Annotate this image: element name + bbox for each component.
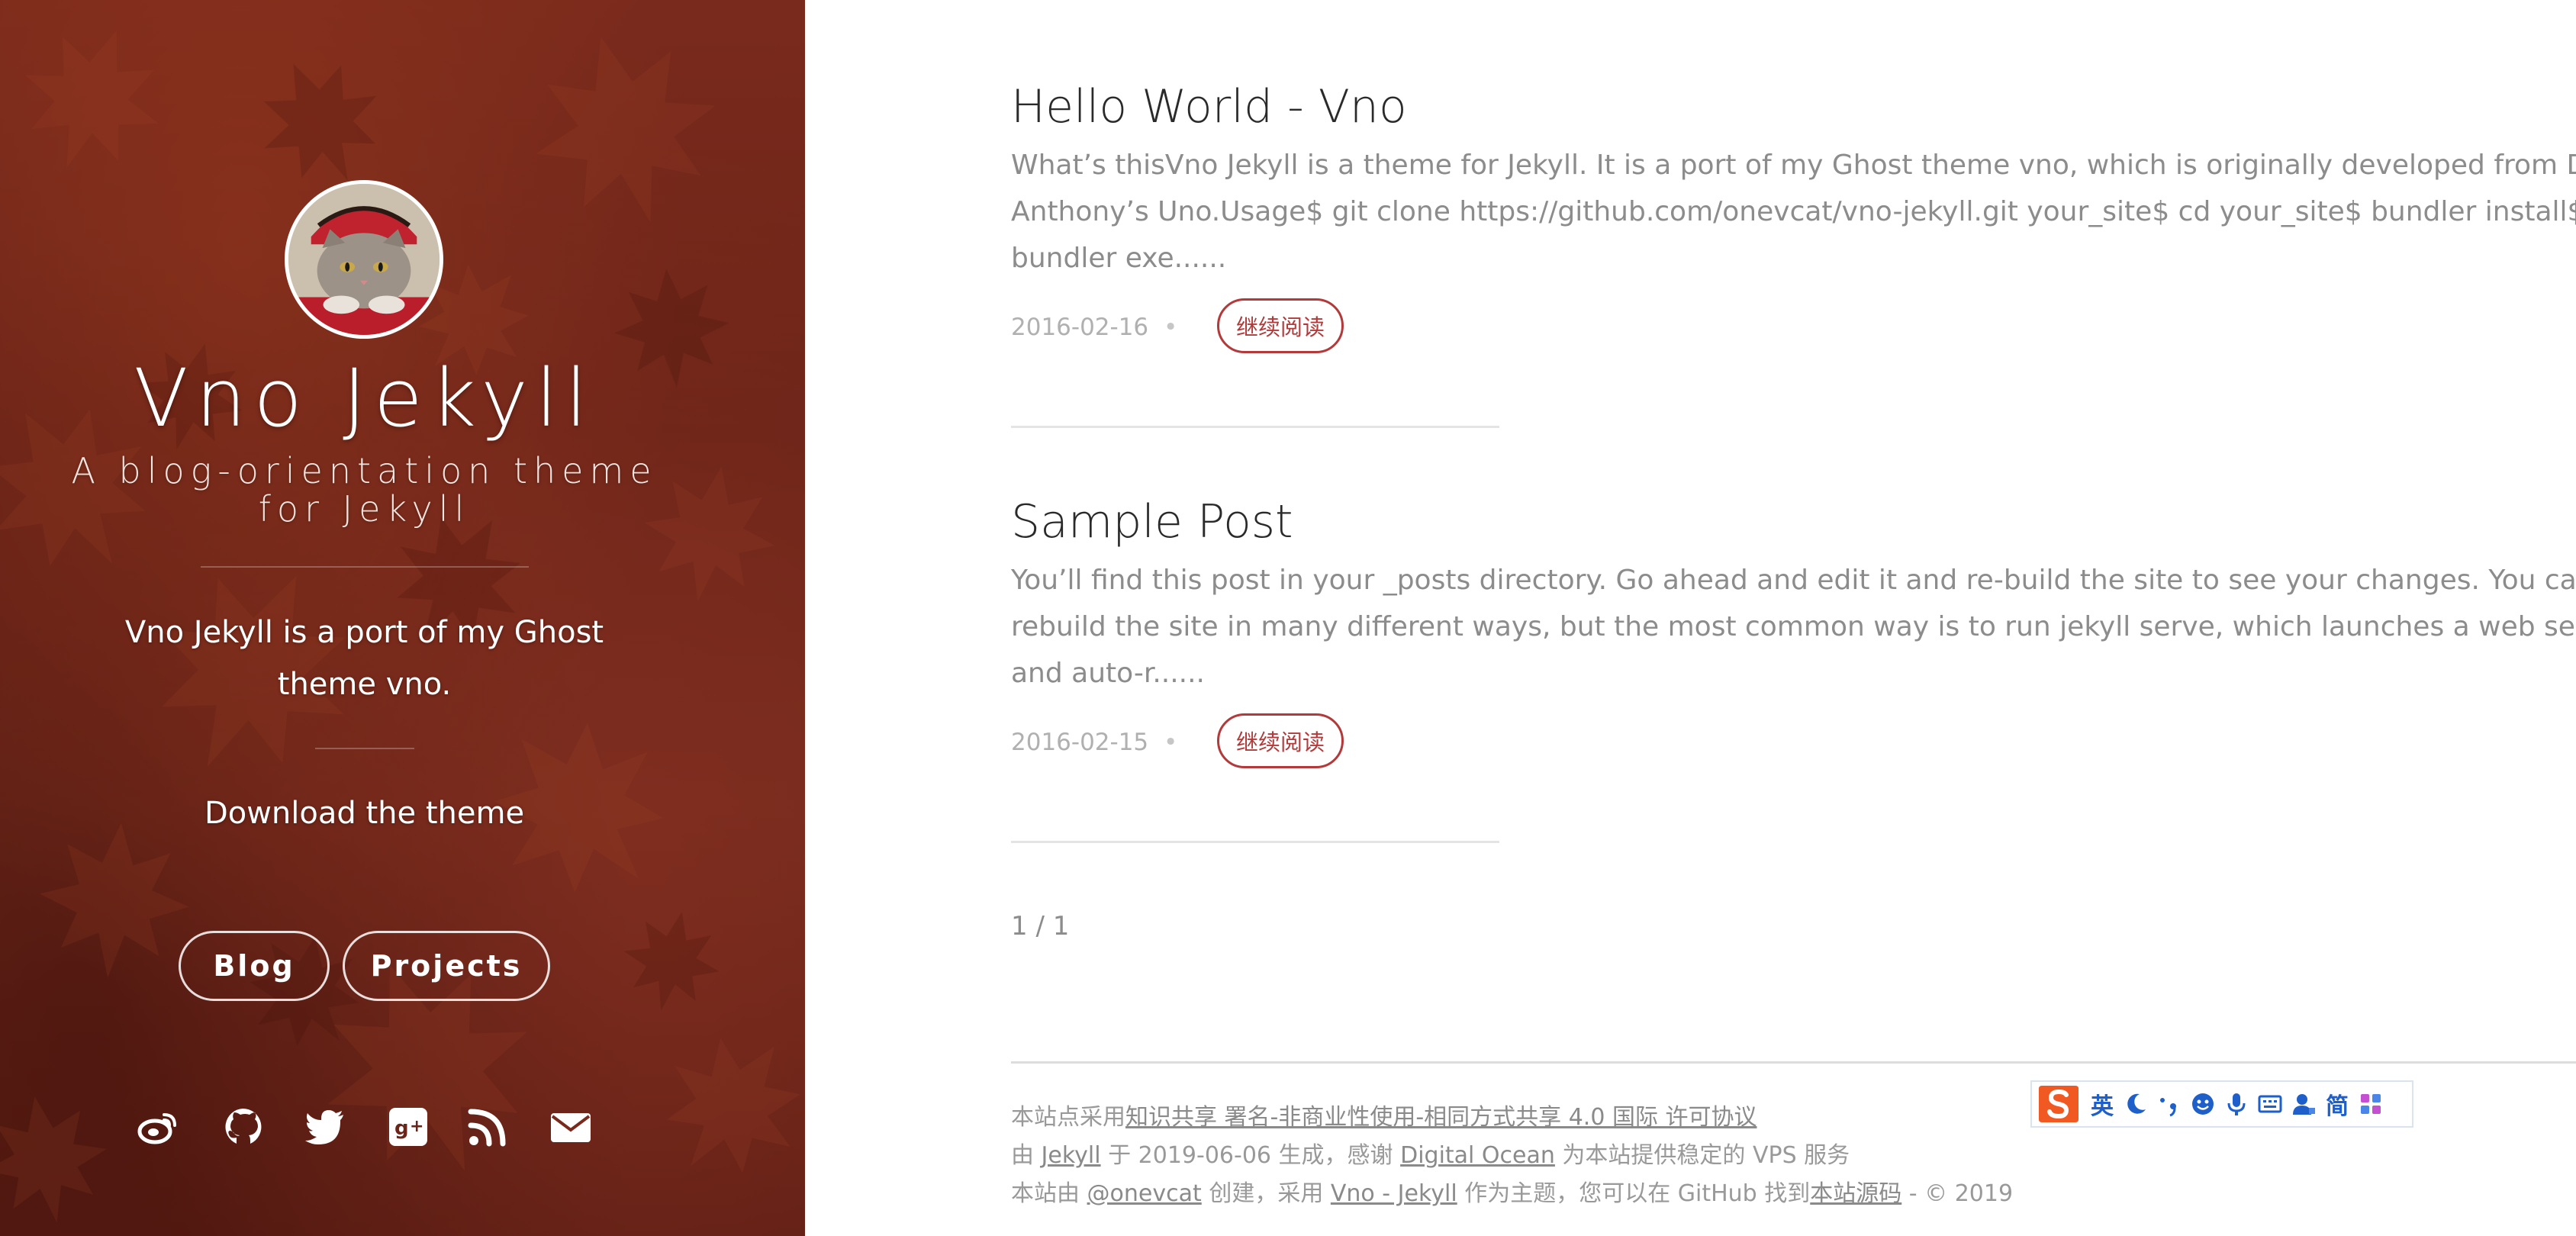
- post-excerpt: You’ll find this post in your _posts dir…: [1011, 565, 2576, 689]
- email-icon[interactable]: [548, 1104, 594, 1150]
- page: Vno Jekyll A blog-orientation theme for …: [0, 0, 2576, 1236]
- grid-icon[interactable]: [2357, 1087, 2384, 1121]
- footer-divider: [1011, 1061, 2576, 1064]
- sidebar: Vno Jekyll A blog-orientation theme for …: [0, 0, 805, 1236]
- post-item: Hello World - Vno What’s thisVno Jekyll …: [1011, 76, 2576, 356]
- digital-ocean-link[interactable]: Digital Ocean: [1400, 1142, 1555, 1169]
- avatar: [285, 180, 443, 339]
- post-excerpt: What’s thisVno Jekyll is a theme for Jek…: [1011, 150, 2576, 274]
- vno-jekyll-link[interactable]: Vno - Jekyll: [1331, 1180, 1457, 1207]
- site-title: Vno Jekyll: [134, 352, 595, 445]
- post-meta: 2016-02-16 • 继续阅读: [1011, 298, 2576, 356]
- footer-generator-line: 由 Jekyll 于 2019-06-06 生成，感谢 Digital Ocea…: [1011, 1137, 2013, 1175]
- source-code-link[interactable]: 本站源码: [1810, 1180, 1901, 1207]
- rss-icon[interactable]: [465, 1104, 510, 1150]
- license-link[interactable]: 知识共享 署名-非商业性使用-相同方式共享 4.0 国际 许可协议: [1125, 1104, 1757, 1131]
- footer-text: 为本站提供稳定的 VPS 服务: [1554, 1142, 1850, 1169]
- sogou-logo-icon[interactable]: [2035, 1083, 2082, 1125]
- post-date: 2016-02-15: [1011, 729, 1149, 756]
- post-item: Sample Post You’ll find this post in you…: [1011, 491, 2576, 771]
- moon-icon[interactable]: [2122, 1087, 2149, 1121]
- google-plus-icon[interactable]: g +: [385, 1104, 431, 1150]
- punctuation-icon[interactable]: [2156, 1087, 2183, 1121]
- weibo-icon[interactable]: [135, 1104, 181, 1150]
- post-meta: 2016-02-15 • 继续阅读: [1011, 713, 2576, 771]
- github-icon[interactable]: [220, 1104, 266, 1150]
- meta-separator-dot: •: [1164, 729, 1178, 756]
- jekyll-link[interactable]: Jekyll: [1042, 1142, 1101, 1169]
- footer-text: 创建，采用: [1201, 1180, 1331, 1207]
- keyboard-icon[interactable]: [2256, 1087, 2284, 1121]
- user-icon[interactable]: [2290, 1087, 2317, 1121]
- footer-text: 本站由: [1011, 1180, 1087, 1207]
- footer-text: - © 2019: [1901, 1180, 2014, 1207]
- post-divider: [1011, 841, 1499, 843]
- footer-license-line: 本站点采用知识共享 署名-非商业性使用-相同方式共享 4.0 国际 许可协议: [1011, 1099, 2013, 1137]
- onevcat-link[interactable]: @onevcat: [1087, 1180, 1202, 1207]
- twitter-icon[interactable]: [302, 1104, 348, 1150]
- footer-text: 由: [1011, 1142, 1042, 1169]
- read-more-button[interactable]: 继续阅读: [1217, 713, 1344, 768]
- download-theme-link[interactable]: Download the theme: [76, 790, 652, 836]
- footer-text: 本站点采用: [1011, 1104, 1125, 1131]
- site-description: Vno Jekyll is a port of my Ghost theme v…: [124, 615, 604, 702]
- ime-language-toggle[interactable]: 英: [2088, 1087, 2116, 1121]
- read-more-button[interactable]: 继续阅读: [1217, 298, 1344, 353]
- svg-text:+: +: [410, 1117, 423, 1136]
- nav-blog-button[interactable]: Blog: [179, 931, 330, 1001]
- footer-text: 于 2019-06-06 生成，感谢: [1100, 1142, 1401, 1169]
- sidebar-divider-short: [315, 748, 414, 749]
- main-content: Hello World - Vno What’s thisVno Jekyll …: [805, 0, 2576, 1236]
- footer-text: 作为主题，您可以在 GitHub 找到: [1457, 1180, 1811, 1207]
- ime-mode-toggle[interactable]: 简: [2323, 1087, 2351, 1121]
- meta-separator-dot: •: [1164, 314, 1178, 341]
- footer-credit-line: 本站由 @onevcat 创建，采用 Vno - Jekyll 作为主题，您可以…: [1011, 1175, 2013, 1213]
- post-title-link[interactable]: Sample Post: [1011, 491, 2576, 552]
- svg-text:g: g: [394, 1117, 409, 1140]
- cat-avatar-image: [288, 184, 440, 335]
- pagination: 1 / 1: [1011, 911, 1070, 941]
- post-date: 2016-02-16: [1011, 314, 1149, 341]
- ime-toolbar[interactable]: 英 简: [2030, 1080, 2413, 1128]
- post-divider: [1011, 426, 1499, 428]
- nav-projects-button[interactable]: Projects: [343, 931, 550, 1001]
- microphone-icon[interactable]: [2223, 1087, 2250, 1121]
- post-title-link[interactable]: Hello World - Vno: [1011, 76, 2576, 137]
- emoji-icon[interactable]: [2189, 1087, 2217, 1121]
- sidebar-divider: [201, 566, 529, 568]
- site-subtitle: A blog-orientation theme for Jekyll: [71, 450, 658, 529]
- footer: 本站点采用知识共享 署名-非商业性使用-相同方式共享 4.0 国际 许可协议 由…: [1011, 1099, 2013, 1213]
